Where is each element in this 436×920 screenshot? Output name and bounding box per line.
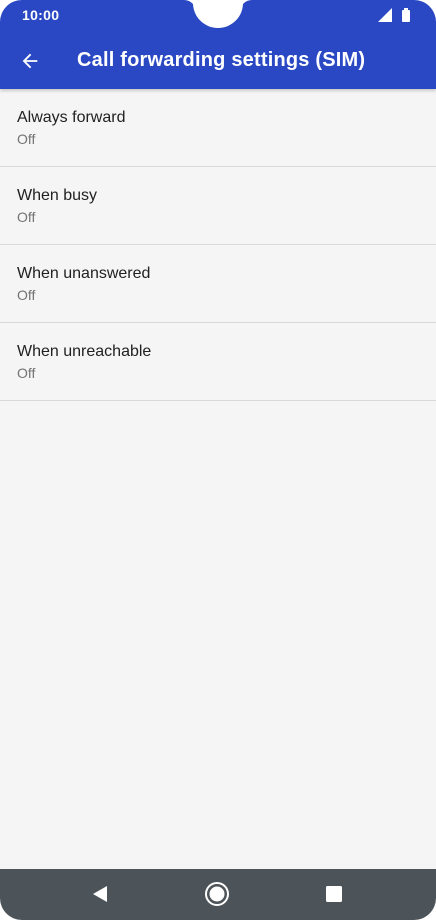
list-item-title: When unreachable <box>17 343 152 360</box>
list-item-summary: Off <box>17 365 36 381</box>
list-item-summary: Off <box>17 209 36 225</box>
battery-icon <box>402 8 410 22</box>
nav-recents-button[interactable] <box>319 879 349 909</box>
app-bar: Call forwarding settings (SIM) <box>0 32 436 89</box>
list-item-summary: Off <box>17 287 36 303</box>
nav-back-icon <box>93 886 107 902</box>
status-bar: 10:00 <box>0 0 436 32</box>
nav-home-icon <box>205 882 229 906</box>
list-item-when-unreachable[interactable]: When unreachable Off <box>0 323 436 401</box>
nav-recents-icon <box>326 886 342 902</box>
list-item-title: When unanswered <box>17 265 151 282</box>
list-item-summary: Off <box>17 131 36 147</box>
back-button[interactable] <box>6 37 54 85</box>
arrow-left-icon <box>22 53 38 68</box>
list-item-title: Always forward <box>17 109 126 126</box>
status-icons <box>378 8 410 22</box>
page-title: Call forwarding settings (SIM) <box>77 49 366 71</box>
navigation-bar <box>0 869 436 920</box>
phone-screen: 10:00 Call forwarding settings (SIM) Alw… <box>0 0 436 920</box>
signal-icon <box>378 8 392 22</box>
nav-home-button[interactable] <box>202 879 232 909</box>
camera-notch <box>193 0 243 28</box>
list-item-always-forward[interactable]: Always forward Off <box>0 89 436 167</box>
call-forwarding-list: Always forward Off When busy Off When un… <box>0 89 436 401</box>
nav-back-button[interactable] <box>85 879 115 909</box>
status-time: 10:00 <box>22 7 60 23</box>
list-item-title: When busy <box>17 187 98 204</box>
list-item-when-unanswered[interactable]: When unanswered Off <box>0 245 436 323</box>
list-item-when-busy[interactable]: When busy Off <box>0 167 436 245</box>
